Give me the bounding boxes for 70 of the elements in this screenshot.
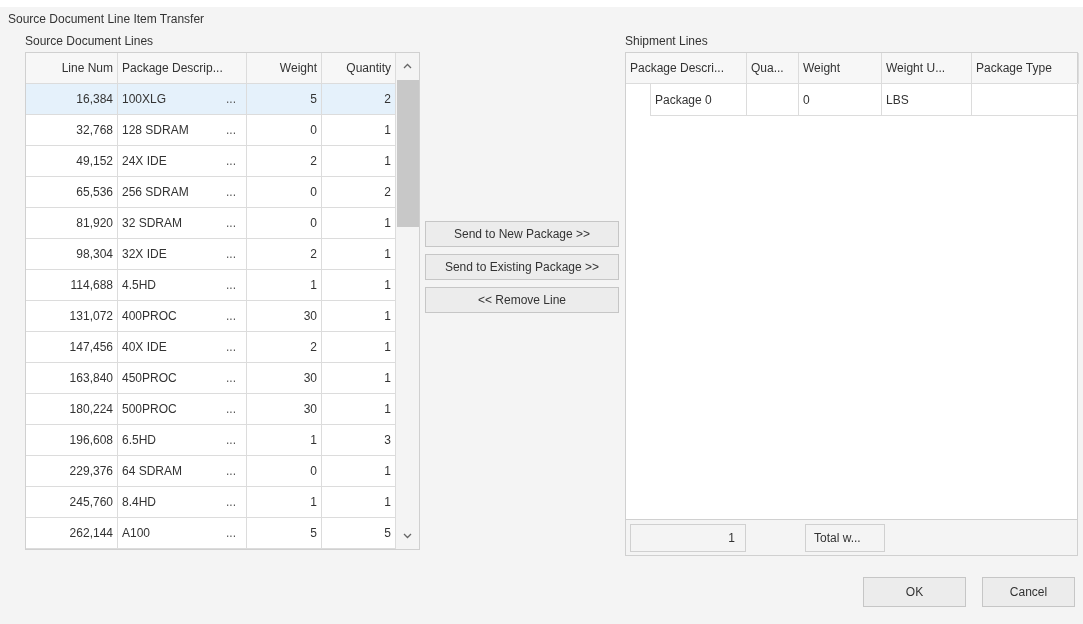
table-cell: LBS [882,84,972,116]
table-cell-text: 6.5HD [122,432,156,449]
grid-row[interactable]: 65,536 256 SDRAM ... 0 2 [26,177,396,208]
column-header[interactable]: Weight U... [882,53,972,84]
grid-row[interactable]: 16,384 100XLG ... 5 2 [26,84,396,115]
grid-row[interactable]: 32,768 128 SDRAM ... 0 1 [26,115,396,146]
table-cell: 262,144 [26,518,118,549]
grid-row[interactable]: 262,144 A100 ... 5 5 [26,518,396,549]
column-header[interactable]: Package Descri... [626,53,747,84]
grid-row[interactable]: 81,920 32 SDRAM ... 0 1 [26,208,396,239]
table-cell-text: 4.5HD [122,277,156,294]
transfer-button[interactable]: << Remove Line [425,287,619,313]
scroll-up-icon[interactable] [403,63,412,69]
table-cell-text: 32X IDE [122,246,167,263]
transfer-button[interactable]: Send to New Package >> [425,221,619,247]
transfer-button[interactable]: Send to Existing Package >> [425,254,619,280]
table-cell: 5 [247,518,322,549]
table-cell-text: 128 SDRAM [122,122,189,139]
table-cell-text: A100 [122,525,151,542]
table-cell-text: 450PROC [122,370,177,387]
grid-row[interactable]: 196,608 6.5HD ... 1 3 [26,425,396,456]
column-header[interactable]: Package Type [972,53,1079,84]
column-header[interactable]: Weight [799,53,882,84]
table-cell-text: 100XLG [122,91,167,108]
grid-row[interactable]: 163,840 450PROC ... 30 1 [26,363,396,394]
table-cell-text: 40X IDE [122,339,167,356]
count-field: 1 [630,523,746,552]
ellipsis-button[interactable]: ... [226,183,242,201]
table-cell: Package 0 [651,84,747,116]
column-header[interactable]: Qua... [747,53,799,84]
ellipsis-button[interactable]: ... [226,369,242,387]
table-cell-text: 64 SDRAM [122,463,183,480]
ellipsis-button[interactable]: ... [226,245,242,263]
ellipsis-button[interactable]: ... [226,121,242,139]
table-cell-text: 400PROC [122,308,177,325]
scrollbar[interactable] [396,53,419,549]
table-cell-text: 32 SDRAM [122,215,183,232]
grid-row[interactable]: 180,224 500PROC ... 30 1 [26,394,396,425]
ellipsis-button[interactable]: ... [226,307,242,325]
grid-row[interactable]: 229,376 64 SDRAM ... 0 1 [26,456,396,487]
ellipsis-button[interactable]: ... [226,493,242,511]
grid-row[interactable]: 49,152 24X IDE ... 2 1 [26,146,396,177]
scroll-thumb[interactable] [396,80,419,227]
ellipsis-button[interactable]: ... [226,462,242,480]
ellipsis-button[interactable]: ... [226,90,242,108]
table-cell-text: 500PROC [122,401,177,418]
window-title: Source Document Line Item Transfer [8,11,206,28]
dialog-button[interactable]: Cancel [982,577,1075,607]
table-cell-text: 8.4HD [122,494,156,511]
ellipsis-button[interactable]: ... [226,524,242,542]
total-weight-button[interactable]: Total w... [805,523,885,552]
grid-row[interactable]: 245,760 8.4HD ... 1 1 [26,487,396,518]
ellipsis-button[interactable]: ... [226,276,242,294]
ellipsis-button[interactable]: ... [226,214,242,232]
table-cell [747,84,799,116]
scroll-down-icon[interactable] [403,533,412,539]
grid-row[interactable]: 98,304 32X IDE ... 2 1 [26,239,396,270]
grid-row[interactable]: 131,072 400PROC ... 30 1 [26,301,396,332]
table-cell: 0 [799,84,882,116]
dialog-button[interactable]: OK [863,577,966,607]
table-cell-text: 256 SDRAM [122,184,189,201]
panel-label: Source Document Lines [25,33,155,50]
ellipsis-button[interactable]: ... [226,400,242,418]
ellipsis-button[interactable]: ... [226,152,242,170]
ellipsis-button[interactable]: ... [226,431,242,449]
grid-row[interactable]: 114,688 4.5HD ... 1 1 [26,270,396,301]
grid-row[interactable]: 147,456 40X IDE ... 2 1 [26,332,396,363]
table-cell-text: 24X IDE [122,153,167,170]
ellipsis-button[interactable]: ... [226,338,242,356]
panel-label: Shipment Lines [625,33,709,50]
